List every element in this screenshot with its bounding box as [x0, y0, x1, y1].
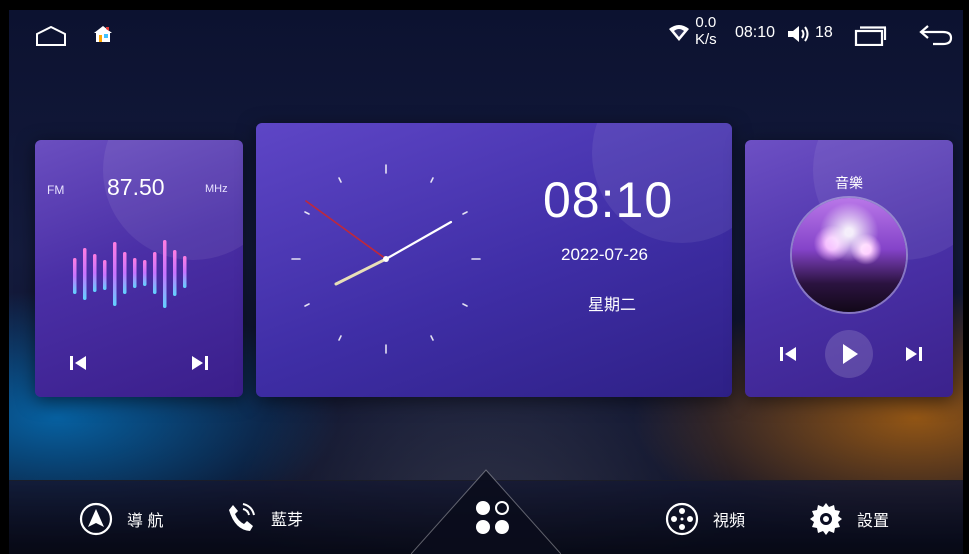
nav-navigation-label: 導 航 — [127, 513, 164, 530]
second-hand — [305, 200, 387, 260]
radio-band: FM — [47, 183, 65, 197]
status-bar: 0.0 K/s 08:10 18 — [9, 10, 963, 60]
hour-hand — [334, 257, 388, 286]
apps-icon[interactable] — [473, 498, 513, 538]
music-next-icon[interactable] — [905, 346, 923, 362]
radio-next-icon[interactable] — [191, 355, 209, 371]
radio-unit: MHz — [205, 183, 228, 195]
digital-date: 2022-07-26 — [561, 245, 648, 264]
analog-clock — [291, 164, 481, 354]
clock-card[interactable]: 08:10 2022-07-26 星期二 — [256, 123, 732, 397]
nav-settings-label: 設置 — [857, 513, 890, 530]
network-speed-unit: K/s — [695, 31, 717, 48]
play-icon[interactable] — [841, 343, 859, 365]
music-prev-icon[interactable] — [779, 346, 797, 362]
app-home-icon — [94, 26, 112, 42]
network-speed: 0.0 K/s — [695, 14, 717, 48]
status-time: 08:10 — [735, 24, 776, 41]
home-icon[interactable] — [35, 26, 67, 46]
radio-card[interactable]: FM 87.50 MHz — [35, 140, 243, 397]
head-unit-screen: 0.0 K/s 08:10 18 FM 87.50 MHz 08:10 2022… — [9, 10, 963, 554]
radio-prev-icon[interactable] — [69, 355, 87, 371]
phone-icon — [229, 503, 255, 531]
recent-apps-icon[interactable] — [854, 26, 888, 46]
digital-time: 08:10 — [543, 172, 674, 228]
nav-video-button[interactable]: 視頻 — [665, 502, 745, 536]
music-card[interactable]: 音樂 — [745, 140, 953, 397]
volume-icon[interactable] — [787, 24, 813, 44]
minute-hand — [384, 220, 453, 261]
album-art — [792, 198, 906, 312]
nav-bluetooth-button[interactable]: 藍芽 — [225, 502, 303, 534]
network-speed-value: 0.0 — [695, 14, 717, 31]
film-reel-icon — [665, 502, 699, 536]
nav-settings-button[interactable]: 設置 — [809, 502, 889, 536]
nav-bluetooth-label: 藍芽 — [271, 512, 304, 529]
navigation-icon — [79, 502, 113, 536]
back-icon[interactable] — [919, 24, 953, 46]
nav-video-label: 視頻 — [713, 513, 746, 530]
nav-navigation-button[interactable]: 導 航 — [79, 502, 163, 536]
wifi-icon — [669, 25, 689, 41]
radio-frequency: 87.50 — [107, 174, 165, 200]
volume-level: 18 — [815, 24, 833, 41]
digital-weekday: 星期二 — [588, 297, 637, 314]
audio-spectrum — [73, 240, 187, 308]
gear-icon — [810, 503, 842, 535]
music-title: 音樂 — [835, 175, 863, 191]
